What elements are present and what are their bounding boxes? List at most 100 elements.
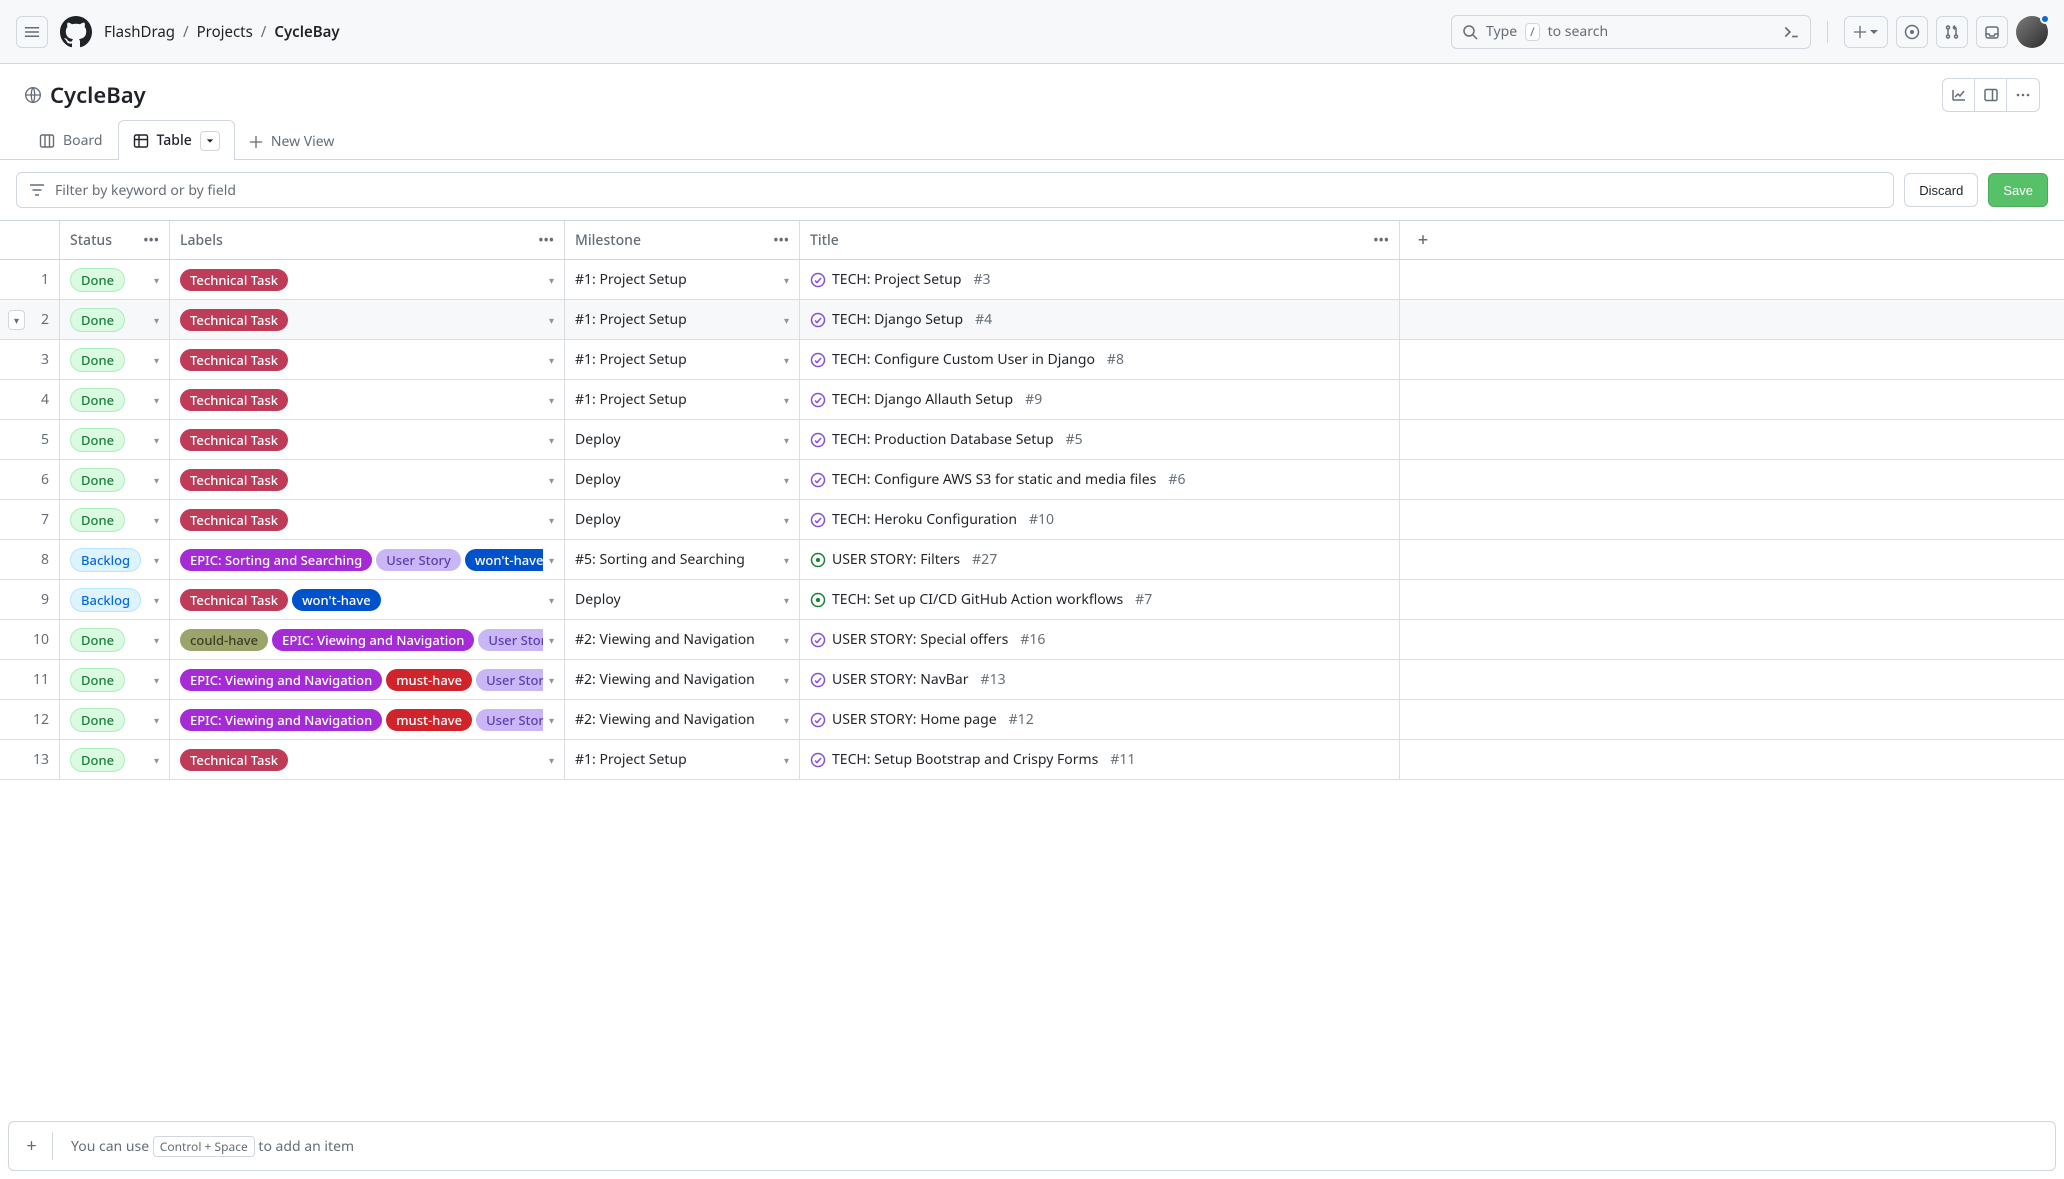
caret-down-icon[interactable]: ▾ xyxy=(154,553,159,567)
milestone-cell[interactable]: Deploy▾ xyxy=(565,580,800,619)
status-cell[interactable]: Done▾ xyxy=(60,500,170,539)
global-search[interactable]: Type / to search xyxy=(1451,15,1811,49)
command-palette-icon[interactable] xyxy=(1782,23,1800,41)
breadcrumb-project[interactable]: CycleBay xyxy=(274,22,339,42)
caret-down-icon[interactable]: ▾ xyxy=(154,593,159,607)
caret-down-icon[interactable]: ▾ xyxy=(549,433,554,447)
notifications-button[interactable] xyxy=(1976,16,2008,48)
caret-down-icon[interactable]: ▾ xyxy=(549,633,554,647)
title-cell[interactable]: TECH: Configure AWS S3 for static and me… xyxy=(800,460,1400,499)
labels-cell[interactable]: could-haveEPIC: Viewing and NavigationUs… xyxy=(170,620,565,659)
caret-down-icon[interactable]: ▾ xyxy=(784,353,789,367)
status-cell[interactable]: Done▾ xyxy=(60,300,170,339)
caret-down-icon[interactable]: ▾ xyxy=(784,433,789,447)
table-row[interactable]: 4Done▾Technical Task▾#1: Project Setup▾T… xyxy=(0,380,2064,420)
caret-down-icon[interactable]: ▾ xyxy=(549,393,554,407)
caret-down-icon[interactable]: ▾ xyxy=(784,593,789,607)
add-item-bar[interactable]: + You can use Control + Space to add an … xyxy=(8,1121,2056,1171)
milestone-cell[interactable]: #1: Project Setup▾ xyxy=(565,300,800,339)
caret-down-icon[interactable]: ▾ xyxy=(784,393,789,407)
caret-down-icon[interactable]: ▾ xyxy=(549,513,554,527)
caret-down-icon[interactable]: ▾ xyxy=(154,313,159,327)
table-row[interactable]: 10Done▾could-haveEPIC: Viewing and Navig… xyxy=(0,620,2064,660)
caret-down-icon[interactable]: ▾ xyxy=(784,273,789,287)
new-view-button[interactable]: New View xyxy=(235,124,349,159)
github-logo-icon[interactable] xyxy=(60,16,92,48)
row-handle[interactable]: ▾ xyxy=(8,310,25,330)
status-cell[interactable]: Backlog▾ xyxy=(60,540,170,579)
caret-down-icon[interactable]: ▾ xyxy=(154,673,159,687)
caret-down-icon[interactable]: ▾ xyxy=(549,673,554,687)
labels-cell[interactable]: EPIC: Viewing and Navigationmust-haveUse… xyxy=(170,660,565,699)
table-row[interactable]: 7Done▾Technical Task▾Deploy▾TECH: Heroku… xyxy=(0,500,2064,540)
title-cell[interactable]: TECH: Heroku Configuration#10 xyxy=(800,500,1400,539)
col-title[interactable]: Title ••• xyxy=(800,221,1400,259)
user-avatar[interactable] xyxy=(2016,16,2048,48)
title-cell[interactable]: USER STORY: Home page#12 xyxy=(800,700,1400,739)
title-cell[interactable]: TECH: Configure Custom User in Django#8 xyxy=(800,340,1400,379)
milestone-cell[interactable]: #5: Sorting and Searching▾ xyxy=(565,540,800,579)
title-cell[interactable]: TECH: Django Allauth Setup#9 xyxy=(800,380,1400,419)
caret-down-icon[interactable]: ▾ xyxy=(154,433,159,447)
table-row[interactable]: 11Done▾EPIC: Viewing and Navigationmust-… xyxy=(0,660,2064,700)
milestone-cell[interactable]: Deploy▾ xyxy=(565,420,800,459)
table-row[interactable]: ▾2Done▾Technical Task▾#1: Project Setup▾… xyxy=(0,300,2064,340)
tab-table[interactable]: Table xyxy=(118,120,235,160)
col-labels[interactable]: Labels ••• xyxy=(170,221,565,259)
caret-down-icon[interactable]: ▾ xyxy=(784,553,789,567)
save-button[interactable]: Save xyxy=(1988,173,2048,207)
caret-down-icon[interactable]: ▾ xyxy=(784,513,789,527)
title-cell[interactable]: USER STORY: Filters#27 xyxy=(800,540,1400,579)
caret-down-icon[interactable]: ▾ xyxy=(784,713,789,727)
insights-button[interactable] xyxy=(1943,79,1975,111)
labels-cell[interactable]: Technical Task▾ xyxy=(170,340,565,379)
table-row[interactable]: 6Done▾Technical Task▾Deploy▾TECH: Config… xyxy=(0,460,2064,500)
title-cell[interactable]: USER STORY: Special offers#16 xyxy=(800,620,1400,659)
status-cell[interactable]: Backlog▾ xyxy=(60,580,170,619)
caret-down-icon[interactable]: ▾ xyxy=(549,473,554,487)
caret-down-icon[interactable]: ▾ xyxy=(784,473,789,487)
tab-table-menu[interactable] xyxy=(200,131,220,151)
hamburger-menu-button[interactable] xyxy=(16,16,48,48)
filter-input[interactable]: Filter by keyword or by field xyxy=(16,172,1894,208)
col-status[interactable]: Status ••• xyxy=(60,221,170,259)
col-milestone[interactable]: Milestone ••• xyxy=(565,221,800,259)
caret-down-icon[interactable]: ▾ xyxy=(154,353,159,367)
status-cell[interactable]: Done▾ xyxy=(60,660,170,699)
status-cell[interactable]: Done▾ xyxy=(60,260,170,299)
title-cell[interactable]: TECH: Django Setup#4 xyxy=(800,300,1400,339)
caret-down-icon[interactable]: ▾ xyxy=(154,273,159,287)
milestone-cell[interactable]: #2: Viewing and Navigation▾ xyxy=(565,620,800,659)
caret-down-icon[interactable]: ▾ xyxy=(154,633,159,647)
create-new-button[interactable] xyxy=(1844,16,1888,48)
add-item-plus-icon[interactable]: + xyxy=(25,1132,53,1160)
labels-cell[interactable]: Technical Task▾ xyxy=(170,460,565,499)
caret-down-icon[interactable]: ▾ xyxy=(784,313,789,327)
caret-down-icon[interactable]: ▾ xyxy=(549,713,554,727)
caret-down-icon[interactable]: ▾ xyxy=(154,513,159,527)
title-cell[interactable]: TECH: Production Database Setup#5 xyxy=(800,420,1400,459)
caret-down-icon[interactable]: ▾ xyxy=(549,593,554,607)
milestone-cell[interactable]: #1: Project Setup▾ xyxy=(565,740,800,779)
labels-cell[interactable]: Technical Taskwon't-have▾ xyxy=(170,580,565,619)
table-row[interactable]: 8Backlog▾EPIC: Sorting and SearchingUser… xyxy=(0,540,2064,580)
status-cell[interactable]: Done▾ xyxy=(60,460,170,499)
caret-down-icon[interactable]: ▾ xyxy=(784,753,789,767)
table-row[interactable]: 13Done▾Technical Task▾#1: Project Setup▾… xyxy=(0,740,2064,780)
caret-down-icon[interactable]: ▾ xyxy=(154,473,159,487)
status-cell[interactable]: Done▾ xyxy=(60,340,170,379)
milestone-cell[interactable]: #2: Viewing and Navigation▾ xyxy=(565,700,800,739)
caret-down-icon[interactable]: ▾ xyxy=(549,553,554,567)
pull-requests-button[interactable] xyxy=(1936,16,1968,48)
labels-cell[interactable]: EPIC: Viewing and Navigationmust-haveUse… xyxy=(170,700,565,739)
table-row[interactable]: 12Done▾EPIC: Viewing and Navigationmust-… xyxy=(0,700,2064,740)
labels-cell[interactable]: EPIC: Sorting and SearchingUser Storywon… xyxy=(170,540,565,579)
title-cell[interactable]: TECH: Project Setup#3 xyxy=(800,260,1400,299)
col-title-menu[interactable]: ••• xyxy=(1373,231,1389,250)
labels-cell[interactable]: Technical Task▾ xyxy=(170,740,565,779)
milestone-cell[interactable]: #1: Project Setup▾ xyxy=(565,260,800,299)
caret-down-icon[interactable]: ▾ xyxy=(549,353,554,367)
tab-board[interactable]: Board xyxy=(24,120,118,160)
breadcrumb-owner[interactable]: FlashDrag xyxy=(104,22,175,42)
col-milestone-menu[interactable]: ••• xyxy=(773,231,789,250)
